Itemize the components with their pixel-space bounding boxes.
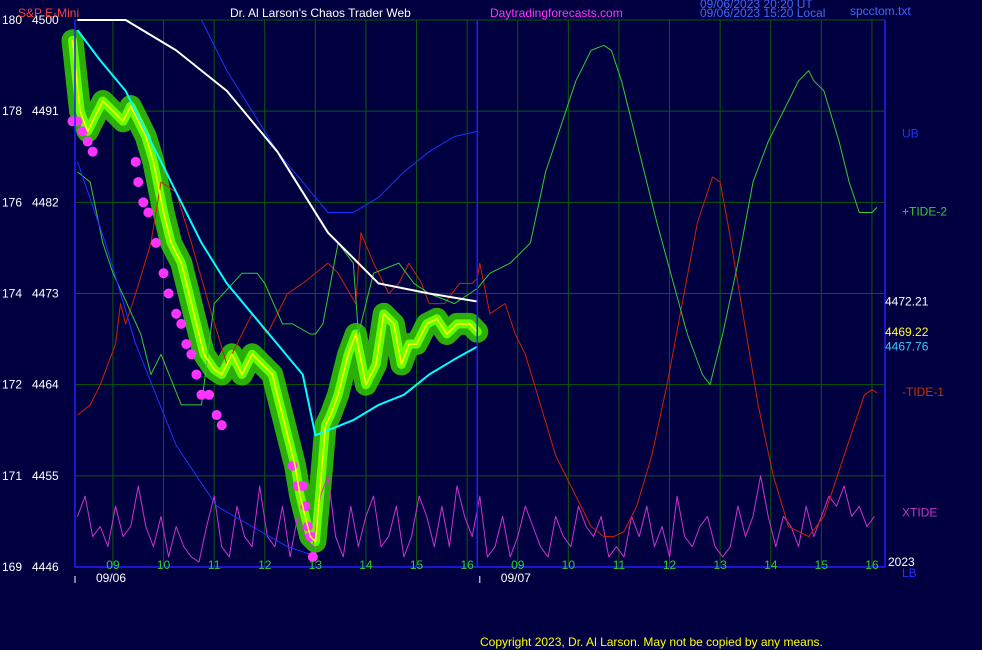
y-tick-label-left: 171 [2,469,22,483]
chaos-dot [138,197,149,208]
title-left: S&P E-Mini [18,6,79,20]
chaos-dot [204,389,215,400]
x-date-label: 09/07 [501,571,531,585]
y-tick-label-left: 174 [2,287,22,301]
title-center: Dr. Al Larson's Chaos Trader Web [230,6,411,20]
series-label: +TIDE-2 [902,204,947,218]
chaos-dot [130,156,141,167]
chaos-dot [171,308,182,319]
copyright-notice: Copyright 2023, Dr. Al Larson. May not b… [480,635,823,649]
x-tick-label-hour: 10 [157,558,171,572]
x-tick-label-hour: 11 [208,558,221,572]
series-label: -TIDE-1 [902,385,944,399]
chaos-dot [191,369,202,380]
chaos-dot [216,420,227,431]
title-site-link[interactable]: Daytradingforecasts.com [490,6,623,20]
x-tick-label-hour: 09 [106,558,120,572]
x-tick-label-hour: 09 [511,558,525,572]
series-label: UB [902,126,919,140]
y-tick-label-left: 169 [2,560,22,574]
value-label: 4467.76 [885,340,929,354]
x-tick-label-hour: 16 [865,558,879,572]
chaos-dot [211,410,222,421]
x-tick-label-hour: 12 [258,558,272,572]
y-tick-label-price: 4482 [32,195,59,209]
chaos-dot [133,177,144,188]
chaos-dot [82,136,93,147]
x-tick-label-hour: 13 [309,558,323,572]
data-file-name: spcctom.txt [850,4,911,18]
y-tick-label-price: 4455 [32,469,59,483]
y-tick-label-left: 176 [2,195,22,209]
value-label: 4472.21 [885,295,929,309]
chaos-dot [181,339,192,350]
x-tick-label-hour: 13 [713,558,727,572]
y-tick-label-price: 4473 [32,287,59,301]
y-tick-label-price: 4491 [32,104,59,118]
chaos-dot [143,207,154,218]
chaos-dot [163,288,174,299]
chaos-dot [72,116,83,127]
series-label: XTIDE [902,505,937,519]
x-tick-label-hour: 16 [460,558,474,572]
x-tick-label-hour: 11 [613,558,626,572]
chaos-dot [158,268,169,279]
y-tick-label-left: 178 [2,104,22,118]
chaos-dot [150,237,161,248]
value-label: 4469.22 [885,325,929,339]
x-tick-label-hour: 10 [562,558,576,572]
chart-canvas: 180 4500178 4491176 4482174 4473172 4464171 44… [0,0,982,650]
timestamp-local: 09/06/2023 15:20 Local [700,6,825,20]
year-label: 2023 [888,555,915,569]
y-tick-label-price: 4464 [32,378,59,392]
x-tick-label-hour: 14 [764,558,778,572]
x-tick-label-hour: 15 [410,558,424,572]
x-tick-label-hour: 12 [663,558,677,572]
chaos-dot [186,349,197,360]
x-date-label: 09/06 [96,571,126,585]
chaos-dot [176,318,187,329]
chaos-dot [87,146,98,157]
x-tick-label-hour: 15 [815,558,829,572]
x-tick-label-hour: 14 [359,558,373,572]
y-tick-label-left: 172 [2,378,22,392]
y-tick-label-price: 4446 [32,560,59,574]
